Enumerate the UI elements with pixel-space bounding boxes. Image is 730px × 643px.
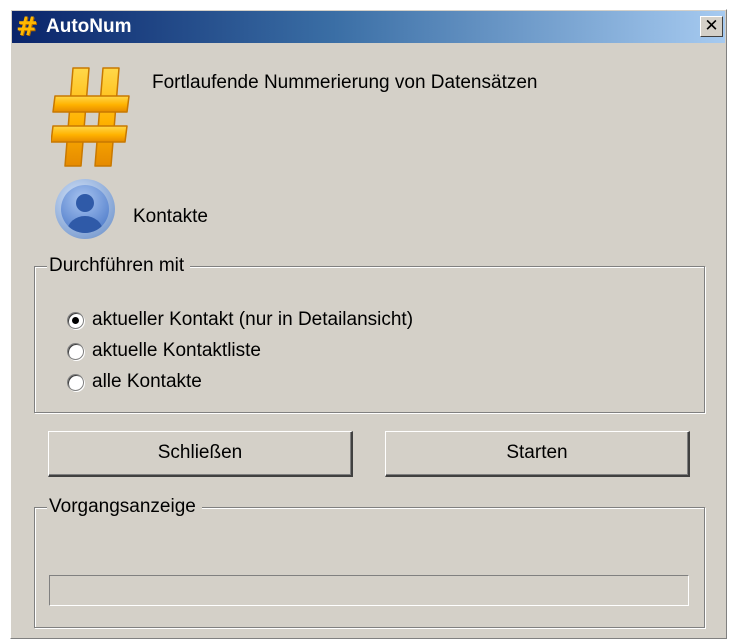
close-window-button[interactable]: ✕ xyxy=(700,16,723,37)
progress-bar xyxy=(49,575,689,606)
radio-button[interactable] xyxy=(67,373,84,391)
close-button[interactable]: Schließen xyxy=(48,431,353,477)
radio-button[interactable] xyxy=(67,342,84,360)
radio-label: alle Kontakte xyxy=(92,371,202,392)
radio-current-contact[interactable]: aktueller Kontakt (nur in Detailansicht) xyxy=(67,308,413,332)
contact-person-icon xyxy=(55,179,115,239)
autonum-dialog: # AutoNum ✕ Fortlaufende Nummerierung vo… xyxy=(10,9,727,639)
scope-legend: Durchführen mit xyxy=(47,254,191,278)
title-bar[interactable]: # AutoNum ✕ xyxy=(12,11,725,43)
progress-groupbox: Vorgangsanzeige xyxy=(34,495,705,628)
radio-all-contacts[interactable]: alle Kontakte xyxy=(67,370,202,394)
module-label: Kontakte xyxy=(133,206,208,227)
hash-icon: # xyxy=(16,12,38,42)
window-title: AutoNum xyxy=(46,16,132,37)
dialog-description: Fortlaufende Nummerierung von Datensätze… xyxy=(152,72,538,93)
progress-legend: Vorgangsanzeige xyxy=(47,495,202,519)
radio-label: aktuelle Kontaktliste xyxy=(92,340,261,361)
radio-button[interactable] xyxy=(67,311,84,329)
hash-icon xyxy=(51,67,130,167)
scope-groupbox: Durchführen mit aktueller Kontakt (nur i… xyxy=(34,254,705,413)
close-icon: ✕ xyxy=(704,16,719,35)
radio-current-contact-list[interactable]: aktuelle Kontaktliste xyxy=(67,339,261,363)
radio-label: aktueller Kontakt (nur in Detailansicht) xyxy=(92,309,414,330)
start-button[interactable]: Starten xyxy=(385,431,690,477)
